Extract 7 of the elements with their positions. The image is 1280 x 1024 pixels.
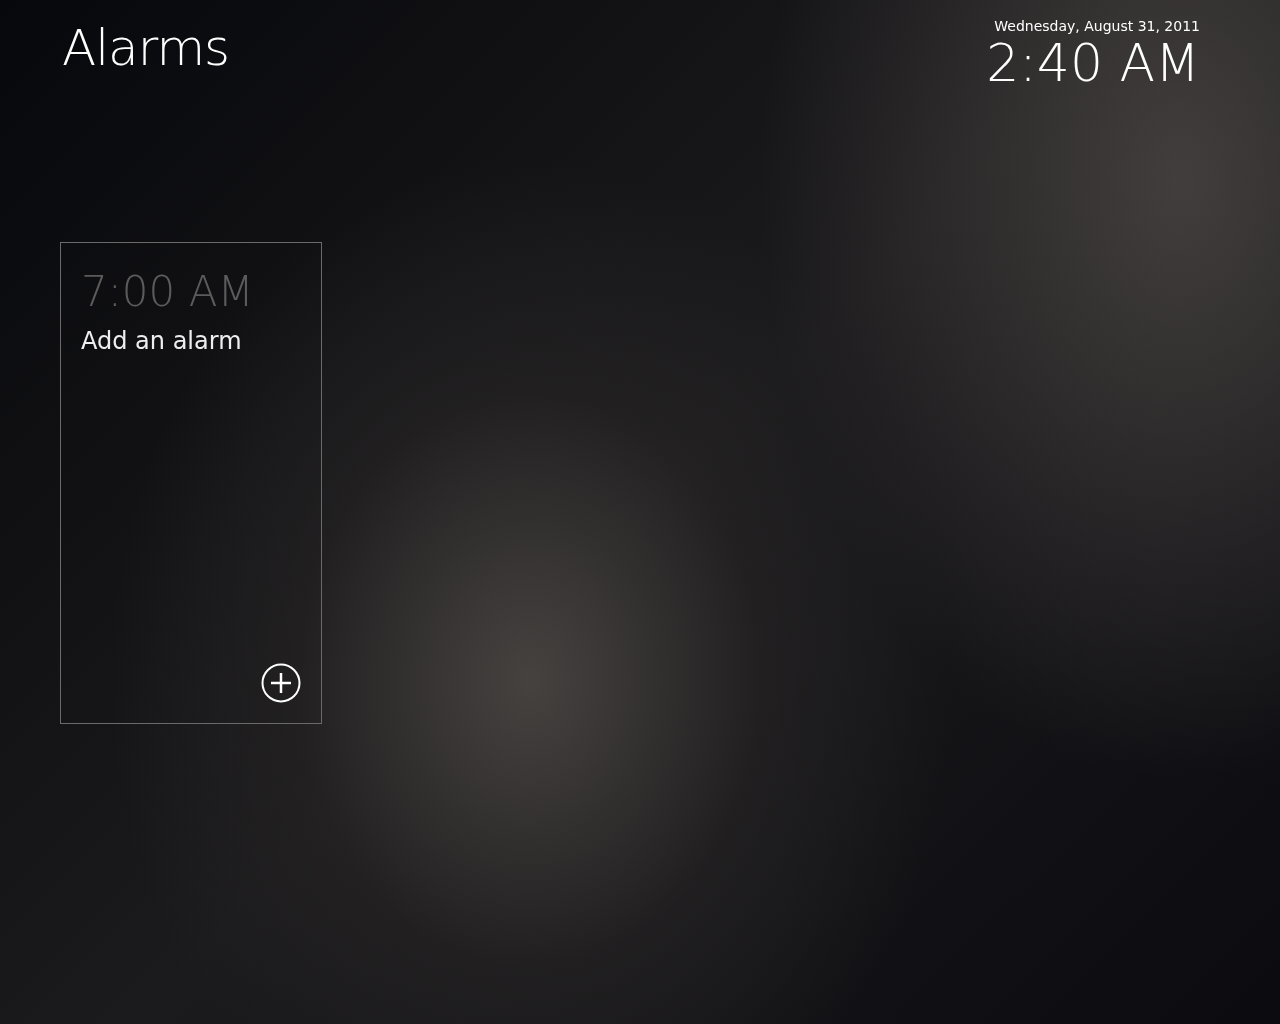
alarm-time: 7:00 AM [81,267,255,318]
page-title: Alarms [62,18,230,78]
date-text: Wednesday, August 31, 2011 [994,18,1200,35]
clock-time: 2:40 AM [986,34,1200,92]
add-alarm-tile[interactable]: 7:00 AM Add an alarm [60,242,322,724]
tile-label: Add an alarm [81,326,243,358]
add-button[interactable] [261,663,301,703]
